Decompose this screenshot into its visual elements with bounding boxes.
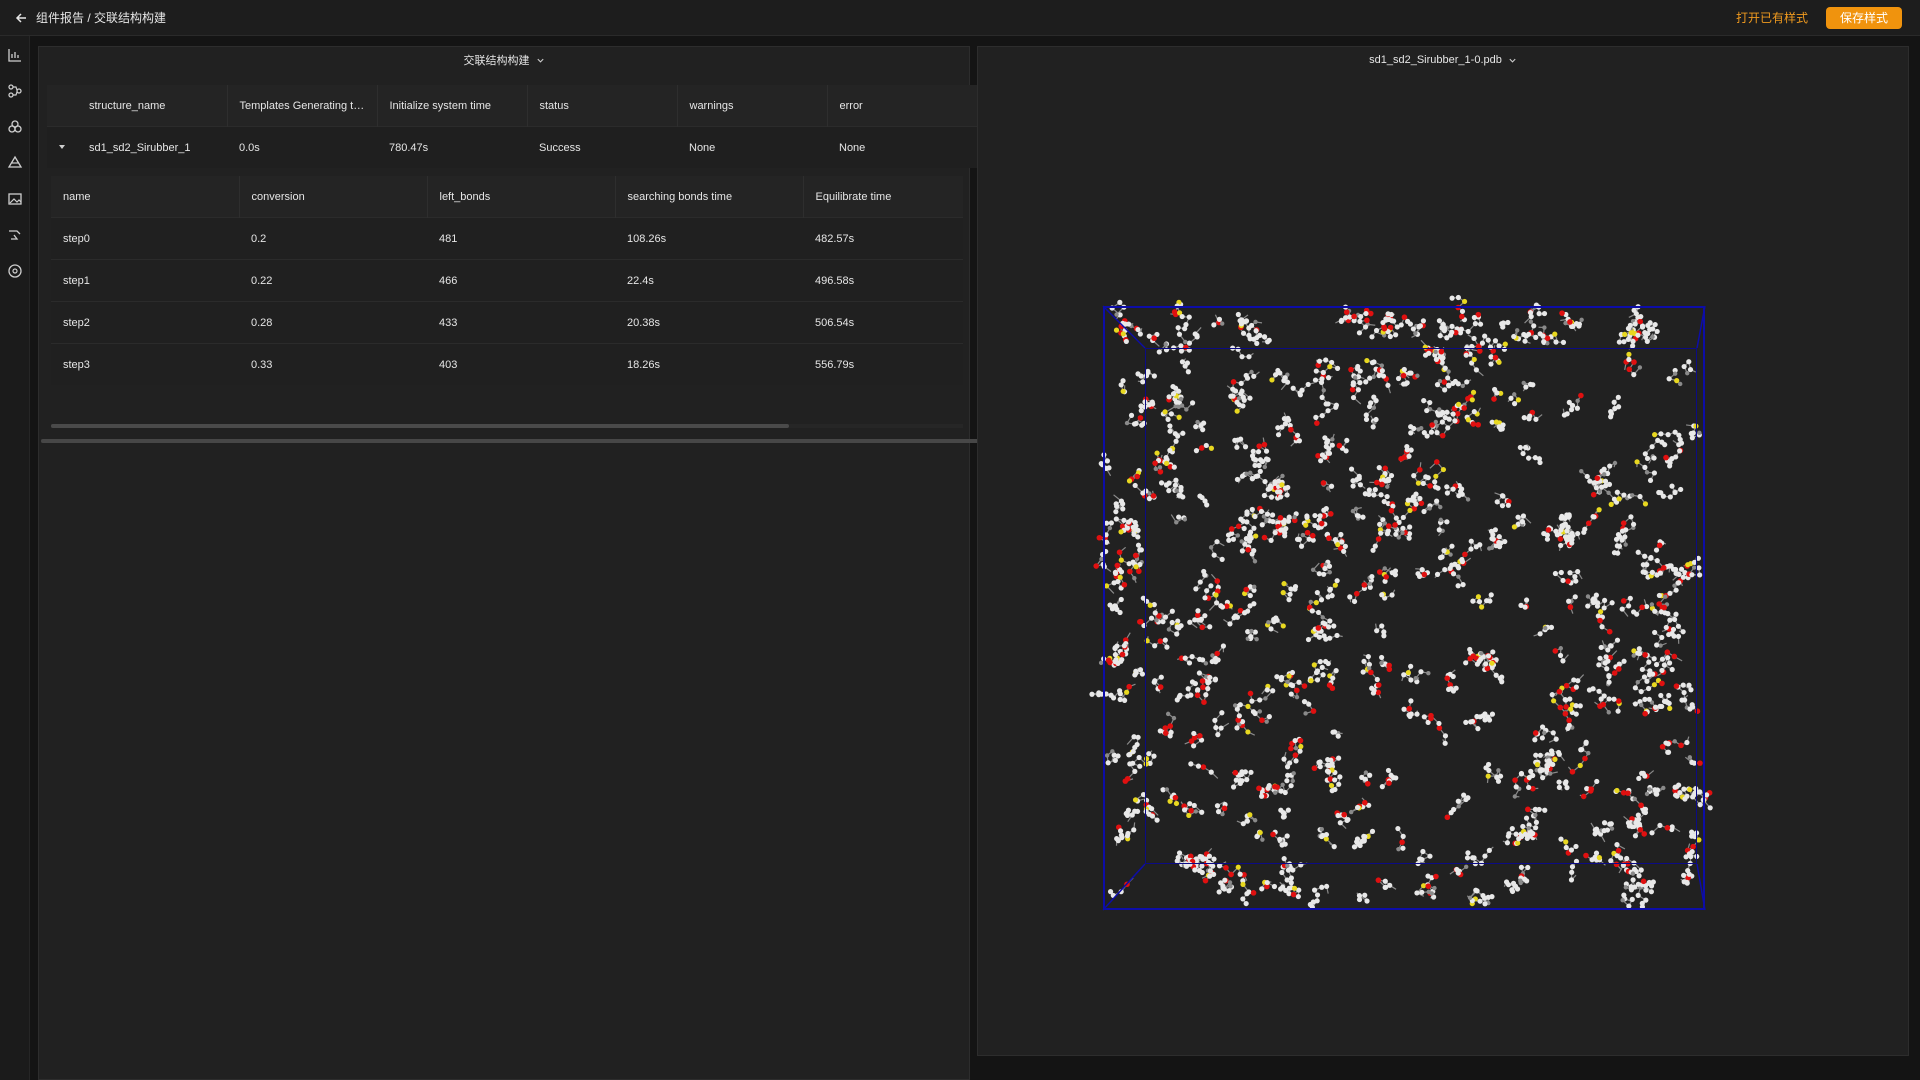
col-templates-time[interactable]: Templates Generating ti... [227,85,378,127]
breadcrumb: 组件报告 / 交联结构构建 [36,11,167,25]
cell-equil-time: 496.58s [815,274,855,287]
list-item[interactable]: step0 0.2 481 108.26s 482.57s [51,217,963,260]
cell-warnings: None [689,141,716,154]
table-horizontal-scrollbar[interactable] [41,439,993,443]
table-header-row: structure_name Templates Generating ti..… [47,85,977,127]
image-icon[interactable] [7,191,23,207]
cell-conversion: 0.22 [251,274,273,287]
file-select-dropdown[interactable]: sd1_sd2_Sirubber_1-0.pdb [978,47,1908,73]
cell-left-bonds: 466 [439,274,458,287]
molecule-viewer[interactable] [978,73,1908,1055]
back-arrow-icon[interactable] [14,11,28,25]
list-item[interactable]: step1 0.22 466 22.4s 496.58s [51,259,963,302]
chevron-down-icon [1509,58,1516,63]
col-error[interactable]: error [827,85,977,127]
cell-left-bonds: 481 [439,232,458,245]
cell-search-time: 20.38s [627,316,661,329]
cell-error: None [839,141,866,154]
col-equilibrate-time[interactable]: Equilibrate time [803,176,963,218]
cell-left-bonds: 403 [439,358,458,371]
cell-conversion: 0.2 [251,232,267,245]
col-conversion[interactable]: conversion [239,176,428,218]
layers-icon[interactable] [7,155,23,171]
col-init-time[interactable]: Initialize system time [377,85,528,127]
expand-row-caret-icon[interactable] [47,127,77,169]
col-structure-name[interactable]: structure_name [77,85,228,127]
steps-subtable: name conversion left_bonds searching bon… [51,176,963,385]
cell-conversion: 0.33 [251,358,273,371]
structure-viewer-panel: sd1_sd2_Sirubber_1-0.pdb [977,46,1909,1056]
cell-name: step0 [63,232,90,245]
route-icon[interactable] [7,227,23,243]
cell-search-time: 18.26s [627,358,661,371]
structure-table: structure_name Templates Generating ti..… [47,85,977,168]
chevron-down-icon [536,58,544,63]
col-searching-bonds-time[interactable]: searching bonds time [615,176,804,218]
cell-left-bonds: 433 [439,316,458,329]
file-select-value: sd1_sd2_Sirubber_1-0.pdb [1369,54,1502,66]
results-panel: 交联结构构建 structure_name Templates Generati… [38,46,993,1080]
save-style-button[interactable]: 保存样式 [1825,6,1902,29]
cell-equil-time: 506.54s [815,316,855,329]
sidebar [0,36,30,1080]
flow-icon[interactable] [7,83,23,99]
cell-search-time: 22.4s [627,274,654,287]
palette-icon[interactable] [7,263,23,279]
cell-search-time: 108.26s [627,232,667,245]
top-bar: 组件报告 / 交联结构构建 打开已有样式 保存样式 [0,0,1920,36]
open-style-link[interactable]: 打开已有样式 [1736,9,1808,26]
list-item[interactable]: step3 0.33 403 18.26s 556.79s [51,343,963,385]
molecule-icon[interactable] [7,119,23,135]
panel-title-dropdown[interactable]: 交联结构构建 [39,47,969,73]
chart-icon[interactable] [7,47,23,63]
cell-name: step1 [63,274,90,287]
col-status[interactable]: status [527,85,678,127]
table-row[interactable]: sd1_sd2_Sirubber_1 0.0s 780.47s Success … [47,126,977,169]
cell-structure-name: sd1_sd2_Sirubber_1 [89,141,191,154]
list-item[interactable]: step2 0.28 433 20.38s 506.54s [51,301,963,344]
cell-init-time: 780.47s [389,141,429,154]
periodic-box [1103,306,1705,910]
subtable-header-row: name conversion left_bonds searching bon… [51,176,963,218]
col-left-bonds[interactable]: left_bonds [427,176,616,218]
cell-status: Success [539,141,581,154]
subtable-horizontal-scrollbar[interactable] [51,424,963,428]
cell-equil-time: 482.57s [815,232,855,245]
col-name[interactable]: name [51,176,240,218]
panel-title: 交联结构构建 [463,55,530,67]
col-warnings[interactable]: warnings [677,85,828,127]
cell-conversion: 0.28 [251,316,273,329]
cell-name: step3 [63,358,90,371]
cell-name: step2 [63,316,90,329]
cell-equil-time: 556.79s [815,358,855,371]
cell-templates-time: 0.0s [239,141,260,154]
